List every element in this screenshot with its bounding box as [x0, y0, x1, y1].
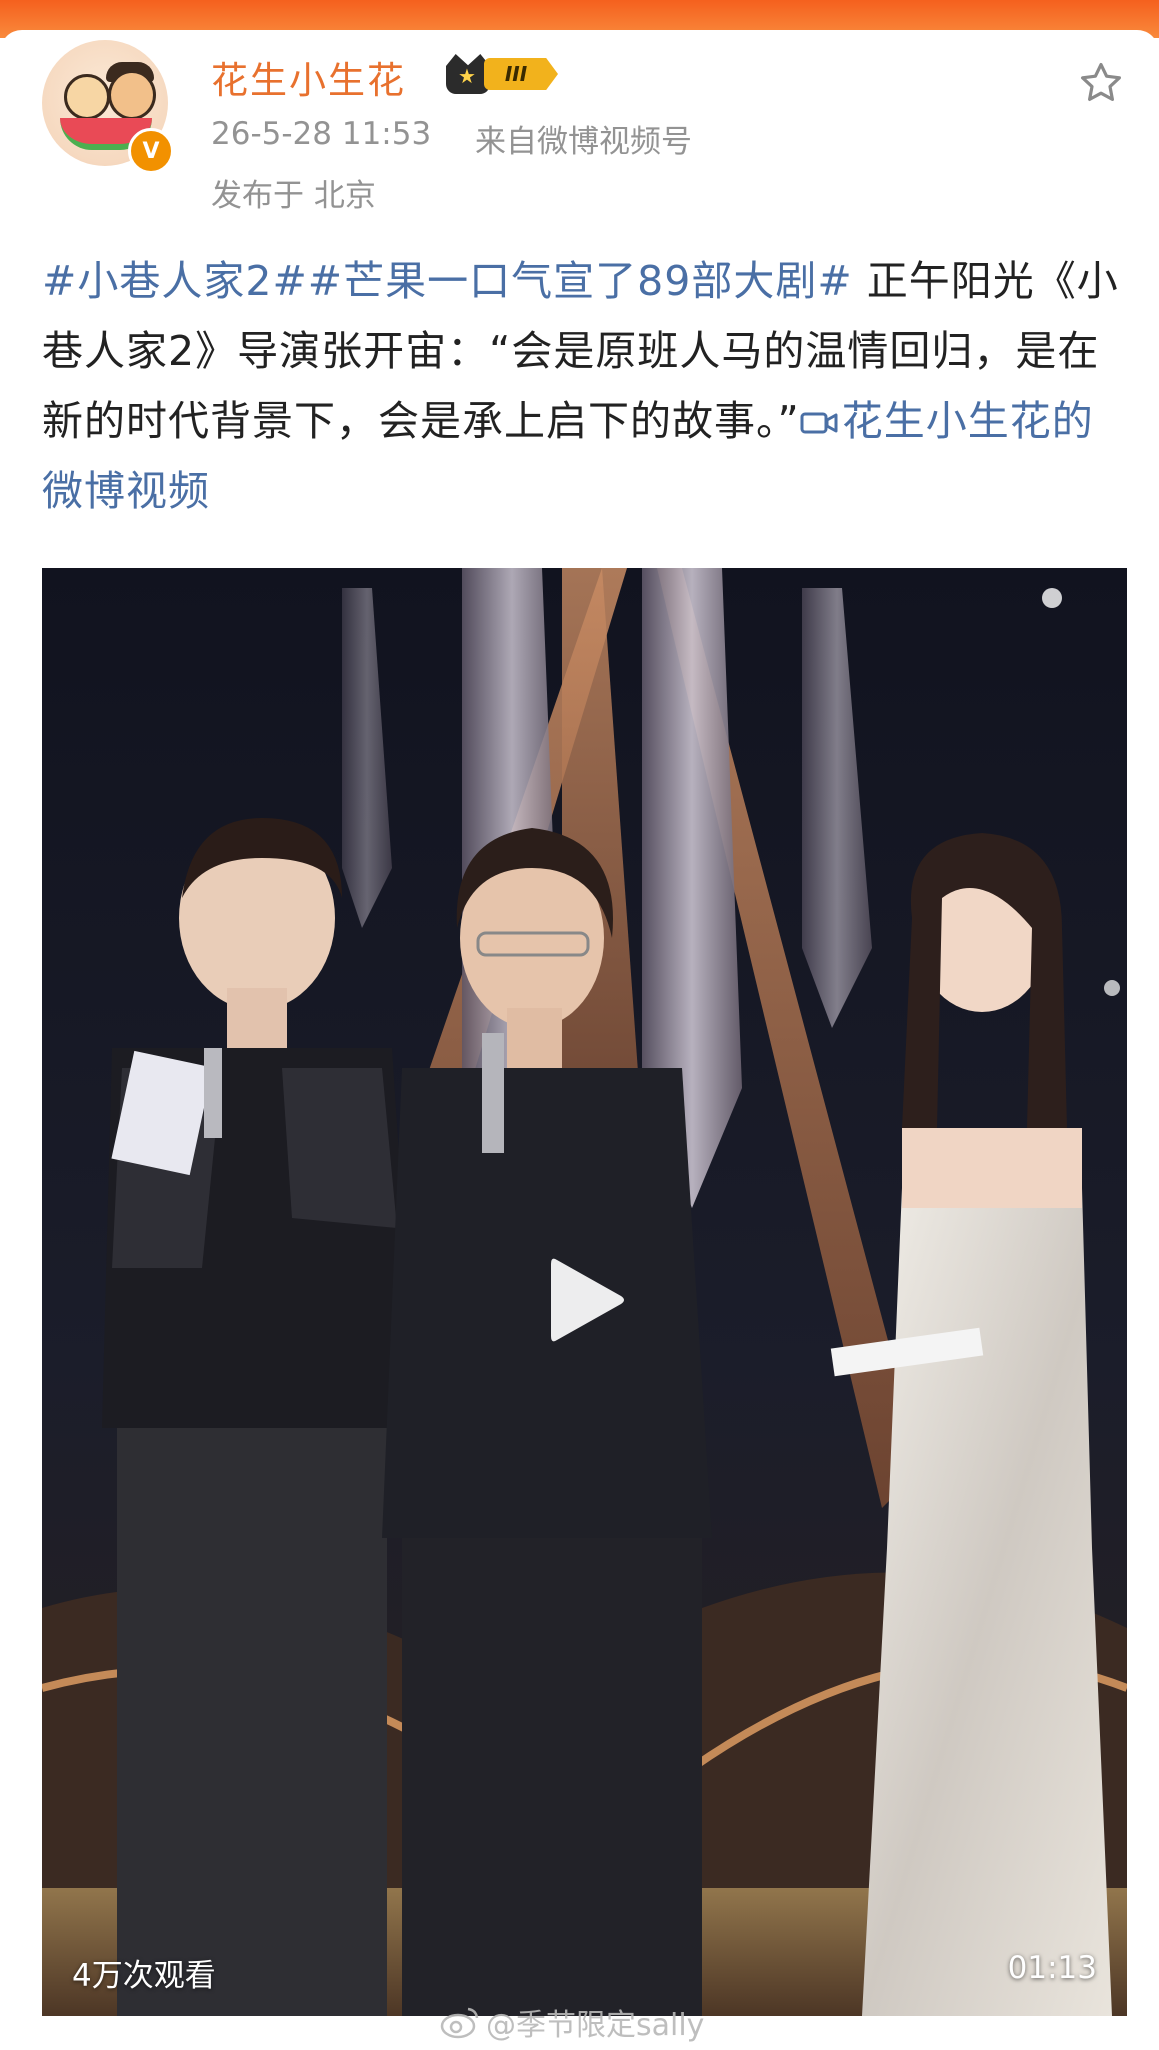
- hashtag-link[interactable]: #小巷人家2#: [42, 257, 308, 305]
- hashtag-link[interactable]: #芒果一口气宣了89部大剧#: [308, 257, 853, 305]
- favorite-button[interactable]: [1068, 50, 1134, 116]
- video-duration: 01:13: [1007, 1950, 1097, 1986]
- star-icon: [1081, 62, 1121, 101]
- user-name[interactable]: 花生小生花: [211, 50, 406, 104]
- watermark: @季节限定sally: [440, 2000, 704, 2044]
- play-icon[interactable]: [547, 1254, 627, 1346]
- post-source[interactable]: 来自微博视频号: [475, 116, 692, 161]
- vip-crown-icon: ★: [446, 54, 490, 94]
- video-player[interactable]: 4万次观看 01:13: [42, 568, 1127, 2016]
- watermark-text: @季节限定sally: [486, 2008, 705, 2043]
- post-time: 26-5-28 11:53: [211, 116, 432, 152]
- weibo-logo-icon: [440, 2007, 479, 2039]
- verified-icon: V: [128, 128, 174, 174]
- view-count: 4万次观看: [72, 1958, 216, 1994]
- vip-level: III: [484, 58, 558, 90]
- video-camera-icon: [800, 412, 838, 434]
- post-location: 发布于 北京: [211, 178, 376, 214]
- post-text: #小巷人家2##芒果一口气宣了89部大剧# 正午阳光《小巷人家2》导演张开宙：“…: [42, 246, 1122, 526]
- vip-badge[interactable]: ★ III: [446, 54, 560, 94]
